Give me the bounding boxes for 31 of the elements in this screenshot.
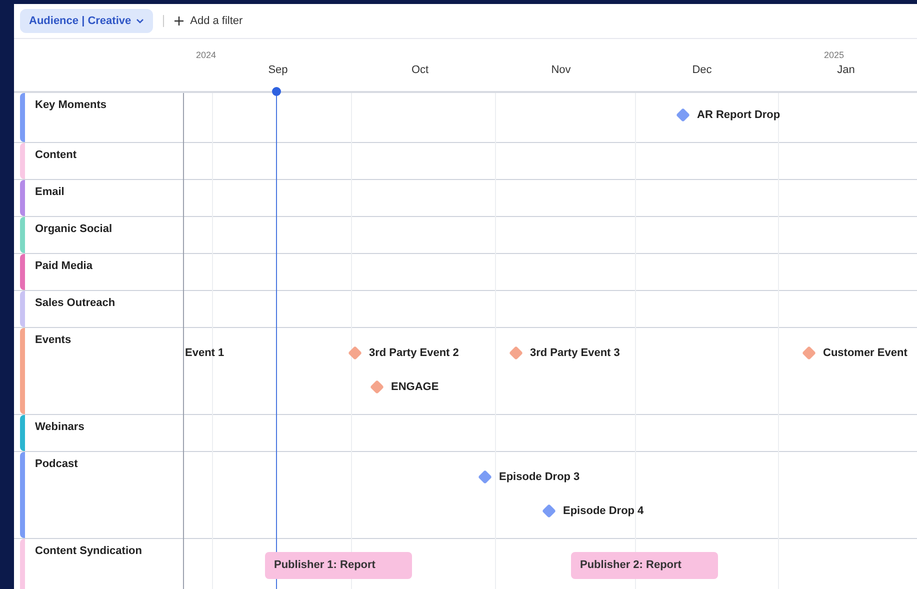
month-label: Oct [411,64,429,76]
row-label: Content [34,148,77,163]
row-label: Podcast [34,457,78,472]
milestone-label[interactable]: 3rd Party Event 2 [369,347,459,359]
row-label: Content Syndication [34,544,142,559]
month-label: Nov [551,64,571,76]
timeline-bar[interactable]: Publisher 1: Report [265,552,412,579]
row-label: Sales Outreach [34,296,116,311]
month-label: Sep [268,64,288,76]
milestone-label[interactable]: AR Report Drop [697,109,780,121]
milestone-label[interactable]: Episode Drop 4 [563,505,644,517]
month-label: Jan [837,64,855,76]
milestone-label[interactable]: Event 1 [185,347,224,359]
month-label: Dec [692,64,712,76]
row-label: Webinars [34,420,84,435]
milestone-label[interactable]: Customer Event [823,347,908,359]
year-label: 2025 [824,50,844,60]
row-label: Paid Media [34,259,92,274]
milestone-label[interactable]: 3rd Party Event 3 [530,347,620,359]
row-label: Events [34,333,72,348]
milestone-label[interactable]: ENGAGE [391,381,439,393]
row-label: Organic Social [34,222,112,237]
chevron-down-icon [136,18,144,24]
year-label: 2024 [196,50,216,60]
row-label: Email [34,185,64,200]
timeline-bar[interactable]: Publisher 2: Report [571,552,718,579]
add-filter-button[interactable]: Add a filter [174,15,243,27]
milestone-label[interactable]: Episode Drop 3 [499,471,580,483]
plus-icon [174,16,184,26]
view-selector[interactable]: Audience | Creative [20,9,154,33]
row-label: Key Moments [34,98,107,113]
